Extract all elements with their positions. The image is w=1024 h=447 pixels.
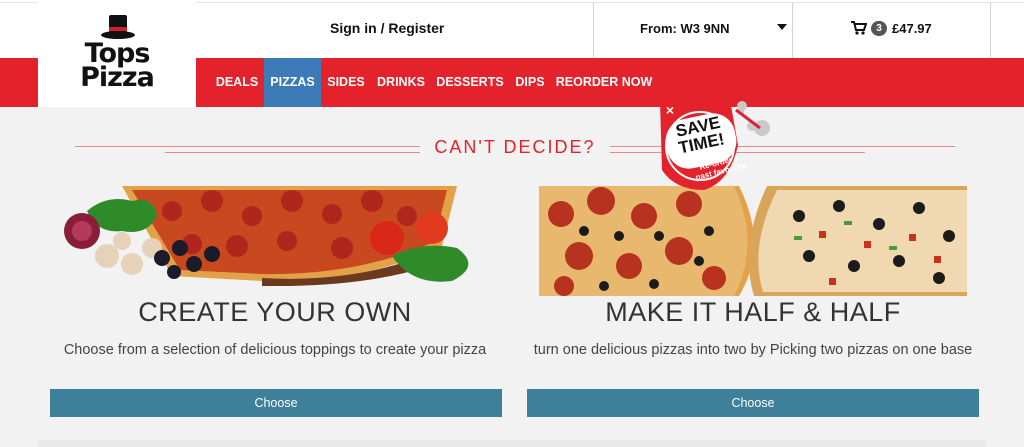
signin-register: Sign in / Register <box>330 20 444 36</box>
cart-total[interactable]: £47.97 <box>892 21 932 36</box>
nav-item-reorder-now[interactable]: REORDER NOW <box>551 58 657 107</box>
register-link[interactable]: Register <box>388 20 444 36</box>
two-pizzas-image <box>539 186 967 296</box>
create-your-own-description: Choose from a selection of delicious top… <box>63 342 487 358</box>
section-title: CAN'T DECIDE? <box>434 137 596 157</box>
nav-item-pizzas[interactable]: PIZZAS <box>264 58 321 107</box>
pizza-with-veg-image <box>62 186 487 286</box>
half-and-half-title: MAKE IT HALF & HALF <box>605 297 901 327</box>
nav-item-drinks[interactable]: DRINKS <box>371 58 431 107</box>
logo-text-pizza: Pizza <box>80 62 155 93</box>
signin-separator: / <box>380 20 385 36</box>
nav-item-desserts[interactable]: DESSERTS <box>431 58 509 107</box>
nav-item-dips[interactable]: DIPS <box>509 58 551 107</box>
close-icon[interactable]: × <box>663 103 677 117</box>
content-bottom-edge <box>38 440 986 447</box>
save-time-promo[interactable]: × SAVE TIME! Re-order a past favourite <box>660 100 780 192</box>
header-divider <box>593 3 594 58</box>
postcode-selector[interactable]: From: W3 9NN <box>640 21 730 36</box>
half-and-half-description: turn one delicious pizzas into two by Pi… <box>533 342 973 358</box>
signin-link[interactable]: Sign in <box>330 20 377 36</box>
header-divider <box>990 3 991 58</box>
create-your-own-choose-button[interactable]: Choose <box>50 389 502 417</box>
half-and-half-image[interactable] <box>539 186 967 296</box>
top-hat-icon <box>101 15 135 39</box>
create-your-own-title: CREATE YOUR OWN <box>138 297 412 327</box>
shopping-cart-icon[interactable] <box>851 21 867 35</box>
nav-item-sides[interactable]: SIDES <box>321 58 371 107</box>
cart-count-badge: 3 <box>871 21 887 36</box>
heading-rule-left <box>75 146 420 147</box>
heading-rule-left <box>165 152 420 153</box>
header-divider <box>792 3 793 58</box>
half-and-half-choose-button[interactable]: Choose <box>527 389 979 417</box>
chevron-down-icon[interactable] <box>777 24 787 30</box>
nav-item-deals[interactable]: DEALS <box>210 58 264 107</box>
logo[interactable]: Tops Pizza <box>38 0 196 107</box>
create-your-own-image[interactable] <box>62 186 487 286</box>
